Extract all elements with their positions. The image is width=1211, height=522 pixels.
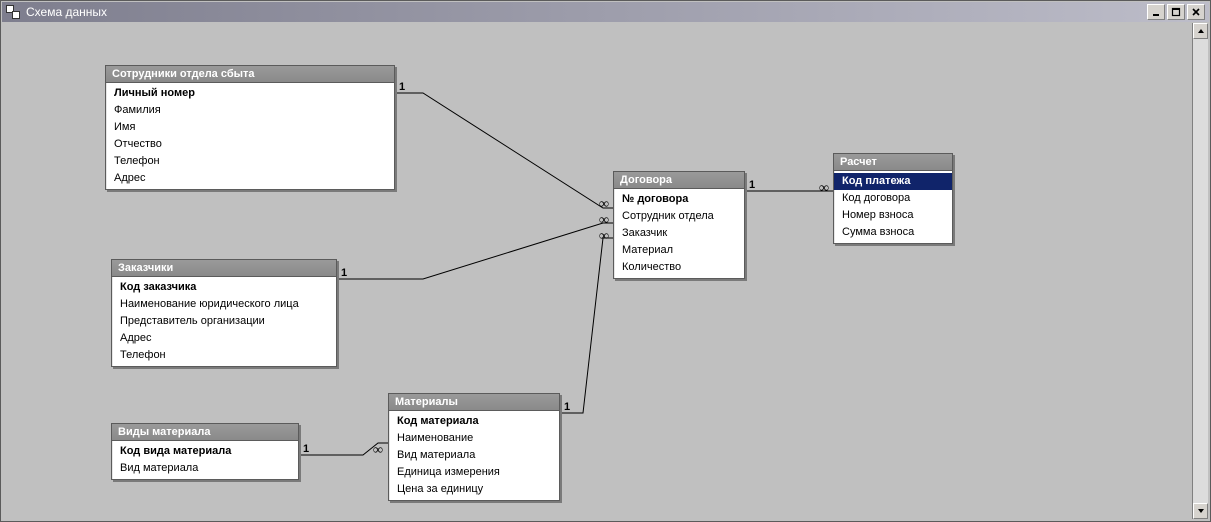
relationships-canvas[interactable]: 1 ∞ 1 ∞ 1 ∞ 1 ∞ 1 ∞ Сотрудники отдела сб… <box>3 23 1208 519</box>
field[interactable]: Личный номер <box>106 85 394 102</box>
rel-mattypes-many: ∞ <box>373 443 383 459</box>
field[interactable]: Имя <box>106 119 394 136</box>
rel-mattypes-one: 1 <box>303 443 309 455</box>
close-button[interactable] <box>1187 4 1205 20</box>
field[interactable]: Отчество <box>106 136 394 153</box>
entity-payment-title[interactable]: Расчет <box>834 154 952 171</box>
minimize-button[interactable] <box>1147 4 1165 20</box>
relationships-icon <box>6 5 20 19</box>
entity-materials[interactable]: Материалы Код материала Наименование Вид… <box>388 393 560 501</box>
window-buttons <box>1147 4 1205 20</box>
field[interactable]: Код платежа <box>834 173 952 190</box>
field[interactable]: Вид материала <box>389 447 559 464</box>
field[interactable]: Фамилия <box>106 102 394 119</box>
rel-contracts-many: ∞ <box>819 181 829 197</box>
field[interactable]: Сумма взноса <box>834 224 952 241</box>
scroll-down-button[interactable] <box>1193 503 1208 519</box>
rel-staff-many: ∞ <box>599 197 609 213</box>
field[interactable]: Код вида материала <box>112 443 298 460</box>
entity-staff-fields: Личный номер Фамилия Имя Отчество Телефо… <box>106 83 394 189</box>
field[interactable]: Телефон <box>106 153 394 170</box>
rel-customers-one: 1 <box>341 267 347 279</box>
field[interactable]: Представитель организации <box>112 313 336 330</box>
entity-materials-title[interactable]: Материалы <box>389 394 559 411</box>
scroll-up-button[interactable] <box>1193 23 1208 39</box>
field[interactable]: Цена за единицу <box>389 481 559 498</box>
rel-customers-many: ∞ <box>599 213 609 229</box>
entity-mat-types-fields: Код вида материала Вид материала <box>112 441 298 479</box>
rel-materials-many: ∞ <box>599 229 609 245</box>
maximize-button[interactable] <box>1167 4 1185 20</box>
field[interactable]: Номер взноса <box>834 207 952 224</box>
field[interactable]: Адрес <box>112 330 336 347</box>
field[interactable]: Телефон <box>112 347 336 364</box>
entity-mat-types[interactable]: Виды материала Код вида материала Вид ма… <box>111 423 299 480</box>
field[interactable]: Адрес <box>106 170 394 187</box>
entity-staff[interactable]: Сотрудники отдела сбыта Личный номер Фам… <box>105 65 395 190</box>
field[interactable]: Единица измерения <box>389 464 559 481</box>
entity-payment[interactable]: Расчет Код платежа Код договора Номер вз… <box>833 153 953 244</box>
entity-customers-title[interactable]: Заказчики <box>112 260 336 277</box>
field[interactable]: № договора <box>614 191 744 208</box>
field[interactable]: Наименование юридического лица <box>112 296 336 313</box>
field[interactable]: Код заказчика <box>112 279 336 296</box>
entity-materials-fields: Код материала Наименование Вид материала… <box>389 411 559 500</box>
entity-mat-types-title[interactable]: Виды материала <box>112 424 298 441</box>
field[interactable]: Вид материала <box>112 460 298 477</box>
field[interactable]: Код материала <box>389 413 559 430</box>
field[interactable]: Заказчик <box>614 225 744 242</box>
field[interactable]: Наименование <box>389 430 559 447</box>
entity-customers-fields: Код заказчика Наименование юридического … <box>112 277 336 366</box>
entity-contracts-fields: № договора Сотрудник отдела Заказчик Мат… <box>614 189 744 278</box>
rel-staff-one: 1 <box>399 81 405 93</box>
mdi-window: Схема данных <box>0 0 1211 522</box>
entity-contracts[interactable]: Договора № договора Сотрудник отдела Зак… <box>613 171 745 279</box>
rel-contracts-one: 1 <box>749 179 755 191</box>
titlebar[interactable]: Схема данных <box>2 2 1209 22</box>
field[interactable]: Сотрудник отдела <box>614 208 744 225</box>
rel-materials-one: 1 <box>564 401 570 413</box>
field[interactable]: Материал <box>614 242 744 259</box>
entity-payment-fields: Код платежа Код договора Номер взноса Су… <box>834 171 952 243</box>
entity-customers[interactable]: Заказчики Код заказчика Наименование юри… <box>111 259 337 367</box>
entity-contracts-title[interactable]: Договора <box>614 172 744 189</box>
vertical-scrollbar[interactable] <box>1192 23 1208 519</box>
field[interactable]: Количество <box>614 259 744 276</box>
window-title: Схема данных <box>26 5 1147 19</box>
entity-staff-title[interactable]: Сотрудники отдела сбыта <box>106 66 394 83</box>
field[interactable]: Код договора <box>834 190 952 207</box>
